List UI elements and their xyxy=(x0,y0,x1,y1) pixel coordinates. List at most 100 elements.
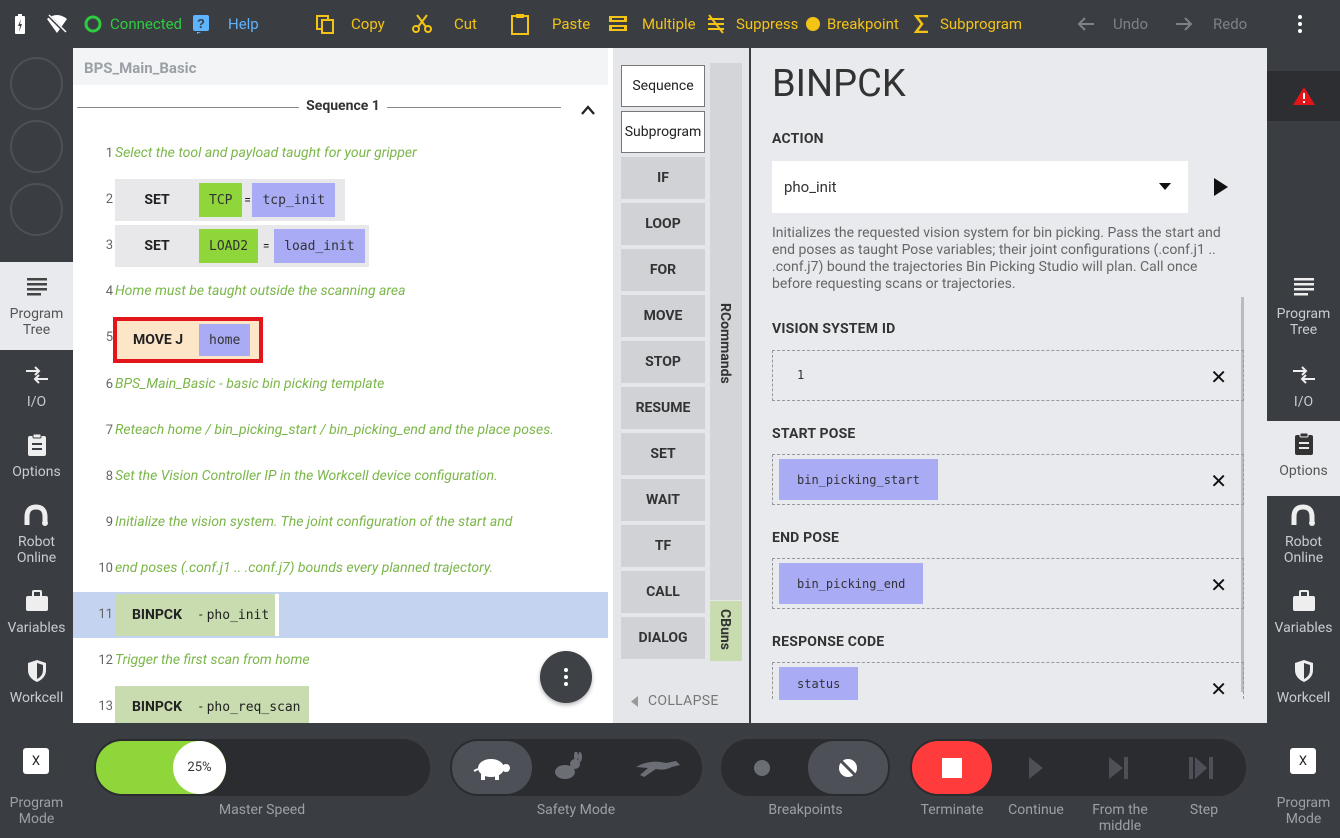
response-code-field[interactable]: status ✕ xyxy=(772,662,1244,701)
start-pose-field[interactable]: bin_picking_start ✕ xyxy=(772,454,1244,505)
nav-io[interactable]: I/O xyxy=(1267,362,1340,424)
redo-button[interactable]: Redo xyxy=(1175,0,1247,48)
set-command-block[interactable]: SET LOAD2 = load_init xyxy=(115,225,369,267)
clear-icon[interactable]: ✕ xyxy=(1210,677,1227,701)
warning-indicator[interactable] xyxy=(1267,71,1340,121)
comment-line[interactable]: Select the tool and payload taught for y… xyxy=(115,145,417,161)
connection-status[interactable]: Connected xyxy=(84,0,182,48)
tab-rcommands[interactable]: RCommands xyxy=(710,63,742,600)
nav-io-label: I/O xyxy=(26,394,47,410)
safety-mode-slow[interactable] xyxy=(452,741,532,794)
command-resume[interactable]: RESUME xyxy=(621,387,705,429)
breakpoint-label: Breakpoint xyxy=(827,15,899,33)
collapse-button[interactable]: COLLAPSE xyxy=(631,693,719,709)
command-loop[interactable]: LOOP xyxy=(621,203,705,245)
nav-program-tree-label-1: Program xyxy=(9,306,64,322)
run-action-button[interactable] xyxy=(1214,178,1228,200)
nav-variables[interactable]: Variables xyxy=(0,588,73,652)
command-for[interactable]: FOR xyxy=(621,249,705,291)
binpck-command-block[interactable]: BINPCK - pho_init xyxy=(115,594,279,636)
paste-button[interactable]: Paste xyxy=(510,0,590,48)
nav-program-tree[interactable]: Program Tree xyxy=(1267,262,1340,350)
command-wait[interactable]: WAIT xyxy=(621,479,705,521)
nav-options[interactable]: Options xyxy=(1267,421,1340,496)
safety-mode-fast[interactable] xyxy=(632,753,682,785)
nav-robot-online[interactable]: Robot Online xyxy=(0,502,73,572)
from-middle-label: From the middle xyxy=(1092,802,1148,834)
clear-icon[interactable]: ✕ xyxy=(1210,365,1227,389)
suppress-button[interactable]: Suppress xyxy=(706,0,798,48)
more-menu-button[interactable] xyxy=(1297,0,1303,48)
undo-button[interactable]: Undo xyxy=(1077,0,1148,48)
chevron-up-icon[interactable] xyxy=(581,100,595,119)
comment-line[interactable]: Trigger the first scan from home xyxy=(115,652,310,668)
breakpoints-on-icon[interactable] xyxy=(754,760,770,776)
terminate-button[interactable] xyxy=(912,741,992,794)
cut-button[interactable]: Cut xyxy=(412,0,477,48)
clear-icon[interactable]: ✕ xyxy=(1210,573,1227,597)
breakpoints-off-button[interactable] xyxy=(808,741,888,794)
quick-slot-1[interactable] xyxy=(10,57,63,110)
nav-workcell[interactable]: Workcell xyxy=(0,658,73,722)
command-call[interactable]: CALL xyxy=(621,571,705,613)
nav-variables[interactable]: Variables xyxy=(1267,588,1340,652)
value-chip[interactable]: load_init xyxy=(274,229,365,263)
command-subprogram[interactable]: Subprogram xyxy=(621,111,705,153)
multiple-button[interactable]: Multiple xyxy=(608,0,696,48)
command-tf[interactable]: TF xyxy=(621,525,705,567)
comment-line[interactable]: Reteach home / bin_picking_start / bin_p… xyxy=(115,422,554,438)
from-middle-button[interactable] xyxy=(1109,757,1129,783)
floating-menu-button[interactable] xyxy=(540,651,592,703)
action-select[interactable]: pho_init xyxy=(772,161,1188,213)
copy-button[interactable]: Copy xyxy=(315,0,385,48)
value-chip[interactable]: home xyxy=(199,324,251,356)
master-speed-slider[interactable]: 25% xyxy=(94,739,430,796)
line-number: 11 xyxy=(98,607,113,622)
move-j-command-block[interactable]: MOVE J home xyxy=(113,317,263,363)
continue-button[interactable] xyxy=(1029,757,1043,783)
subprogram-button[interactable]: Subprogram xyxy=(914,0,1022,48)
comment-line[interactable]: Initialize the vision system. The joint … xyxy=(115,514,512,530)
variable-chip[interactable]: LOAD2 xyxy=(199,229,259,263)
master-speed-label: Master Speed xyxy=(218,802,306,818)
response-code-chip[interactable]: status xyxy=(779,667,859,700)
step-button[interactable] xyxy=(1189,757,1217,783)
command-dialog[interactable]: DIALOG xyxy=(621,617,705,659)
end-pose-chip[interactable]: bin_picking_end xyxy=(779,563,924,604)
nav-program-tree[interactable]: Program Tree xyxy=(0,262,73,350)
nav-workcell[interactable]: Workcell xyxy=(1267,658,1340,722)
nav-options[interactable]: Options xyxy=(0,432,73,496)
quick-slot-3[interactable] xyxy=(10,183,63,236)
program-mode-button[interactable]: X xyxy=(1290,748,1316,774)
command-set[interactable]: SET xyxy=(621,433,705,475)
binpck-command-block[interactable]: BINPCK - pho_req_scan xyxy=(115,686,309,723)
start-pose-chip[interactable]: bin_picking_start xyxy=(779,459,938,500)
line-number: 13 xyxy=(98,699,113,714)
variable-chip[interactable]: TCP xyxy=(199,183,243,217)
tab-cbuns[interactable]: CBuns xyxy=(710,601,742,661)
nav-robot-online[interactable]: Robot Online xyxy=(1267,502,1340,572)
safety-mode-medium[interactable] xyxy=(551,751,585,786)
command-if[interactable]: IF xyxy=(621,157,705,199)
comment-line[interactable]: end poses (.conf.j1 .. .conf.j7) bounds … xyxy=(115,560,493,576)
quick-slot-2[interactable] xyxy=(10,120,63,173)
help-button[interactable]: ? Help xyxy=(192,0,259,48)
comment-line[interactable]: Set the Vision Controller IP in the Work… xyxy=(115,468,498,484)
command-stop[interactable]: STOP xyxy=(621,341,705,383)
value-chip[interactable]: tcp_init xyxy=(252,183,336,217)
vision-system-id-field[interactable]: 1 ✕ xyxy=(772,350,1244,401)
shield-icon xyxy=(27,658,47,684)
nav-io[interactable]: I/O xyxy=(0,362,73,424)
clear-icon[interactable]: ✕ xyxy=(1210,469,1227,493)
command-move[interactable]: MOVE xyxy=(621,295,705,337)
set-command-block[interactable]: SET TCP = tcp_init xyxy=(115,179,345,221)
comment-line[interactable]: Home must be taught outside the scanning… xyxy=(115,283,406,299)
speed-knob[interactable]: 25% xyxy=(173,741,226,794)
breakpoint-button[interactable]: Breakpoint xyxy=(805,0,899,48)
end-pose-field[interactable]: bin_picking_end ✕ xyxy=(772,558,1244,609)
sequence-header[interactable]: Sequence 1 xyxy=(73,98,613,114)
program-mode-button[interactable]: X xyxy=(23,748,49,774)
nav-workcell-label: Workcell xyxy=(9,690,64,706)
command-sequence[interactable]: Sequence xyxy=(621,65,705,107)
comment-line[interactable]: BPS_Main_Basic - basic bin picking templ… xyxy=(115,376,384,392)
